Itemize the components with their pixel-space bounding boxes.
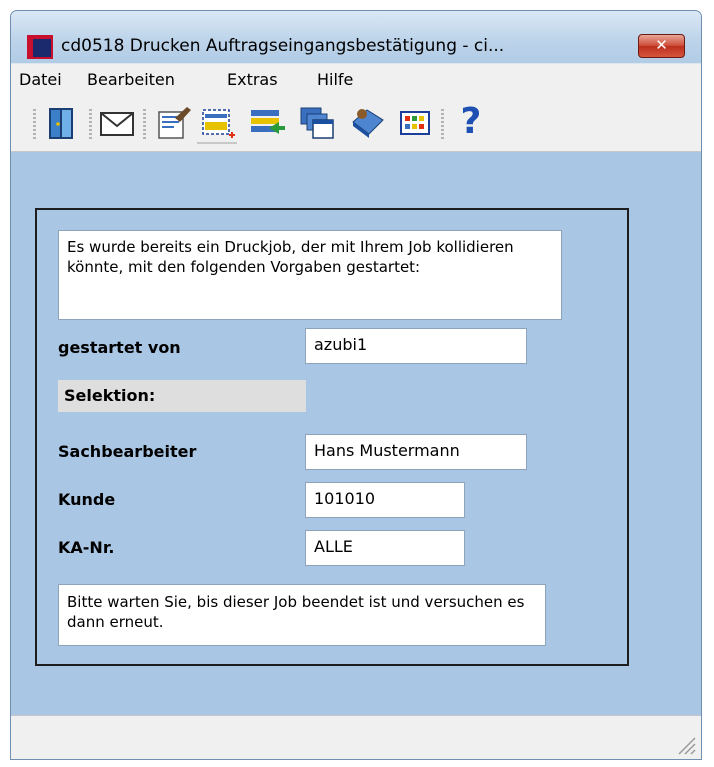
resize-grip-icon[interactable] bbox=[673, 732, 697, 756]
help-icon[interactable]: ? bbox=[451, 104, 491, 142]
edit-document-icon[interactable] bbox=[153, 104, 193, 142]
title-bar[interactable]: cd0518 Drucken Auftragseingangsbestätigu… bbox=[11, 11, 701, 63]
customer-field[interactable]: 101010 bbox=[305, 482, 465, 518]
selection-heading: Selektion: bbox=[58, 380, 306, 412]
mail-envelope-icon[interactable] bbox=[97, 104, 137, 142]
dialog-content: Es wurde bereits ein Druckjob, der mit I… bbox=[11, 152, 701, 715]
menu-hilfe[interactable]: Hilfe bbox=[317, 70, 353, 89]
toolbar-separator bbox=[89, 109, 92, 139]
menu-datei[interactable]: Datei bbox=[19, 70, 62, 89]
close-button[interactable]: ✕ bbox=[638, 34, 685, 58]
conflict-panel: Es wurde bereits ein Druckjob, der mit I… bbox=[35, 208, 629, 666]
app-icon bbox=[27, 35, 53, 59]
toolbar-separator bbox=[143, 109, 146, 139]
started-by-field[interactable]: azubi1 bbox=[305, 328, 527, 364]
menu-extras[interactable]: Extras bbox=[227, 70, 278, 89]
toolbar: ? bbox=[11, 93, 701, 152]
window-title: cd0518 Drucken Auftragseingangsbestätigu… bbox=[61, 36, 505, 56]
ka-number-field[interactable]: ALLE bbox=[305, 530, 465, 566]
book-icon[interactable] bbox=[347, 104, 387, 142]
exit-door-icon[interactable] bbox=[41, 104, 81, 142]
list-import-icon[interactable] bbox=[247, 104, 287, 142]
status-bar bbox=[11, 715, 701, 759]
grid-table-icon[interactable] bbox=[395, 104, 435, 142]
toolbar-grip[interactable] bbox=[33, 109, 36, 139]
print-layout-icon[interactable] bbox=[197, 104, 237, 144]
menu-bar: Datei Bearbeiten Extras Hilfe bbox=[11, 63, 701, 94]
clerk-field[interactable]: Hans Mustermann bbox=[305, 434, 527, 470]
ka-number-label: KA-Nr. bbox=[58, 538, 115, 557]
started-by-label: gestartet von bbox=[58, 338, 181, 357]
customer-label: Kunde bbox=[58, 490, 116, 509]
toolbar-separator bbox=[441, 109, 444, 139]
menu-bearbeiten[interactable]: Bearbeiten bbox=[87, 70, 175, 89]
application-window: cd0518 Drucken Auftragseingangsbestätigu… bbox=[10, 10, 702, 760]
clerk-label: Sachbearbeiter bbox=[58, 442, 197, 461]
intro-message: Es wurde bereits ein Druckjob, der mit I… bbox=[58, 230, 562, 320]
outro-message: Bitte warten Sie, bis dieser Job beendet… bbox=[58, 584, 546, 646]
windows-cascade-icon[interactable] bbox=[297, 104, 337, 142]
